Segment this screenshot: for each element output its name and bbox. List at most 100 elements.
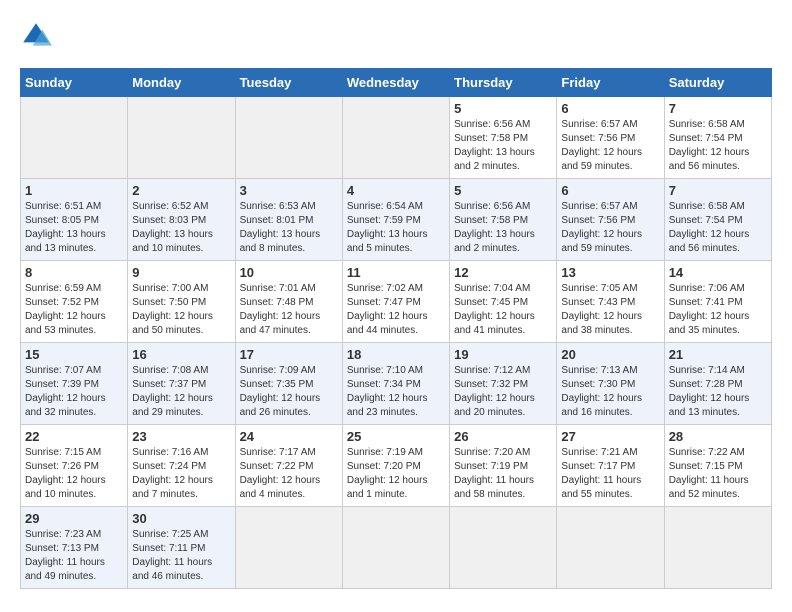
calendar-cell — [342, 97, 449, 179]
calendar-cell: 21 Sunrise: 7:14 AMSunset: 7:28 PMDaylig… — [664, 343, 771, 425]
day-info: Sunrise: 7:21 AMSunset: 7:17 PMDaylight:… — [561, 446, 659, 502]
day-info: Sunrise: 6:51 AMSunset: 8:05 PMDaylight:… — [25, 200, 123, 256]
day-number: 1 — [25, 183, 123, 198]
calendar-cell: 13 Sunrise: 7:05 AMSunset: 7:43 PMDaylig… — [557, 261, 664, 343]
day-number: 7 — [669, 101, 767, 116]
day-number: 6 — [561, 183, 659, 198]
day-number: 12 — [454, 265, 552, 280]
week-row-4: 15 Sunrise: 7:07 AMSunset: 7:39 PMDaylig… — [21, 343, 772, 425]
day-info: Sunrise: 6:54 AMSunset: 7:59 PMDaylight:… — [347, 200, 445, 256]
day-info: Sunrise: 7:06 AMSunset: 7:41 PMDaylight:… — [669, 282, 767, 338]
day-number: 23 — [132, 429, 230, 444]
day-number: 2 — [132, 183, 230, 198]
calendar-cell: 11 Sunrise: 7:02 AMSunset: 7:47 PMDaylig… — [342, 261, 449, 343]
calendar-cell — [235, 507, 342, 589]
calendar-cell: 4 Sunrise: 6:54 AMSunset: 7:59 PMDayligh… — [342, 179, 449, 261]
day-info: Sunrise: 7:10 AMSunset: 7:34 PMDaylight:… — [347, 364, 445, 420]
week-row-3: 8 Sunrise: 6:59 AMSunset: 7:52 PMDayligh… — [21, 261, 772, 343]
col-header-friday: Friday — [557, 69, 664, 97]
day-number: 6 — [561, 101, 659, 116]
calendar-cell: 10 Sunrise: 7:01 AMSunset: 7:48 PMDaylig… — [235, 261, 342, 343]
day-info: Sunrise: 6:56 AMSunset: 7:58 PMDaylight:… — [454, 200, 552, 256]
week-row-1: 5 Sunrise: 6:56 AMSunset: 7:58 PMDayligh… — [21, 97, 772, 179]
col-header-sunday: Sunday — [21, 69, 128, 97]
day-number: 11 — [347, 265, 445, 280]
calendar-cell: 6 Sunrise: 6:57 AMSunset: 7:56 PMDayligh… — [557, 179, 664, 261]
day-info: Sunrise: 6:57 AMSunset: 7:56 PMDaylight:… — [561, 118, 659, 174]
day-number: 3 — [240, 183, 338, 198]
calendar-cell: 20 Sunrise: 7:13 AMSunset: 7:30 PMDaylig… — [557, 343, 664, 425]
day-info: Sunrise: 7:23 AMSunset: 7:13 PMDaylight:… — [25, 528, 123, 584]
day-number: 28 — [669, 429, 767, 444]
day-number: 30 — [132, 511, 230, 526]
calendar-cell: 7 Sunrise: 6:58 AMSunset: 7:54 PMDayligh… — [664, 179, 771, 261]
calendar-cell: 24 Sunrise: 7:17 AMSunset: 7:22 PMDaylig… — [235, 425, 342, 507]
day-number: 5 — [454, 101, 552, 116]
week-row-6: 29 Sunrise: 7:23 AMSunset: 7:13 PMDaylig… — [21, 507, 772, 589]
day-number: 15 — [25, 347, 123, 362]
day-info: Sunrise: 6:59 AMSunset: 7:52 PMDaylight:… — [25, 282, 123, 338]
day-number: 27 — [561, 429, 659, 444]
day-info: Sunrise: 6:53 AMSunset: 8:01 PMDaylight:… — [240, 200, 338, 256]
day-number: 24 — [240, 429, 338, 444]
calendar-cell — [128, 97, 235, 179]
day-info: Sunrise: 7:19 AMSunset: 7:20 PMDaylight:… — [347, 446, 445, 502]
day-number: 25 — [347, 429, 445, 444]
col-header-tuesday: Tuesday — [235, 69, 342, 97]
day-info: Sunrise: 7:16 AMSunset: 7:24 PMDaylight:… — [132, 446, 230, 502]
day-number: 4 — [347, 183, 445, 198]
week-row-2: 1 Sunrise: 6:51 AMSunset: 8:05 PMDayligh… — [21, 179, 772, 261]
day-number: 26 — [454, 429, 552, 444]
calendar-cell: 9 Sunrise: 7:00 AMSunset: 7:50 PMDayligh… — [128, 261, 235, 343]
calendar-cell: 30 Sunrise: 7:25 AMSunset: 7:11 PMDaylig… — [128, 507, 235, 589]
day-number: 8 — [25, 265, 123, 280]
page-header — [20, 20, 772, 52]
day-info: Sunrise: 7:00 AMSunset: 7:50 PMDaylight:… — [132, 282, 230, 338]
day-info: Sunrise: 7:25 AMSunset: 7:11 PMDaylight:… — [132, 528, 230, 584]
day-number: 18 — [347, 347, 445, 362]
calendar-cell: 2 Sunrise: 6:52 AMSunset: 8:03 PMDayligh… — [128, 179, 235, 261]
day-info: Sunrise: 7:09 AMSunset: 7:35 PMDaylight:… — [240, 364, 338, 420]
calendar-cell: 7 Sunrise: 6:58 AMSunset: 7:54 PMDayligh… — [664, 97, 771, 179]
day-number: 13 — [561, 265, 659, 280]
col-header-wednesday: Wednesday — [342, 69, 449, 97]
day-info: Sunrise: 7:01 AMSunset: 7:48 PMDaylight:… — [240, 282, 338, 338]
column-headers: SundayMondayTuesdayWednesdayThursdayFrid… — [21, 69, 772, 97]
calendar-cell — [21, 97, 128, 179]
calendar-cell: 3 Sunrise: 6:53 AMSunset: 8:01 PMDayligh… — [235, 179, 342, 261]
day-info: Sunrise: 6:52 AMSunset: 8:03 PMDaylight:… — [132, 200, 230, 256]
day-info: Sunrise: 7:02 AMSunset: 7:47 PMDaylight:… — [347, 282, 445, 338]
calendar-cell — [235, 97, 342, 179]
col-header-saturday: Saturday — [664, 69, 771, 97]
day-info: Sunrise: 7:17 AMSunset: 7:22 PMDaylight:… — [240, 446, 338, 502]
day-number: 7 — [669, 183, 767, 198]
col-header-monday: Monday — [128, 69, 235, 97]
calendar-cell: 5 Sunrise: 6:56 AMSunset: 7:58 PMDayligh… — [450, 179, 557, 261]
day-number: 10 — [240, 265, 338, 280]
day-info: Sunrise: 7:07 AMSunset: 7:39 PMDaylight:… — [25, 364, 123, 420]
day-info: Sunrise: 6:56 AMSunset: 7:58 PMDaylight:… — [454, 118, 552, 174]
day-info: Sunrise: 6:58 AMSunset: 7:54 PMDaylight:… — [669, 200, 767, 256]
day-number: 20 — [561, 347, 659, 362]
day-info: Sunrise: 6:57 AMSunset: 7:56 PMDaylight:… — [561, 200, 659, 256]
day-number: 21 — [669, 347, 767, 362]
calendar-cell: 16 Sunrise: 7:08 AMSunset: 7:37 PMDaylig… — [128, 343, 235, 425]
calendar-cell: 26 Sunrise: 7:20 AMSunset: 7:19 PMDaylig… — [450, 425, 557, 507]
day-info: Sunrise: 7:14 AMSunset: 7:28 PMDaylight:… — [669, 364, 767, 420]
logo — [20, 20, 56, 52]
day-info: Sunrise: 6:58 AMSunset: 7:54 PMDaylight:… — [669, 118, 767, 174]
day-info: Sunrise: 7:13 AMSunset: 7:30 PMDaylight:… — [561, 364, 659, 420]
day-number: 14 — [669, 265, 767, 280]
day-info: Sunrise: 7:22 AMSunset: 7:15 PMDaylight:… — [669, 446, 767, 502]
day-number: 19 — [454, 347, 552, 362]
calendar-cell: 15 Sunrise: 7:07 AMSunset: 7:39 PMDaylig… — [21, 343, 128, 425]
calendar-cell: 28 Sunrise: 7:22 AMSunset: 7:15 PMDaylig… — [664, 425, 771, 507]
calendar-cell: 25 Sunrise: 7:19 AMSunset: 7:20 PMDaylig… — [342, 425, 449, 507]
day-info: Sunrise: 7:04 AMSunset: 7:45 PMDaylight:… — [454, 282, 552, 338]
calendar-cell: 8 Sunrise: 6:59 AMSunset: 7:52 PMDayligh… — [21, 261, 128, 343]
day-number: 16 — [132, 347, 230, 362]
calendar-cell: 12 Sunrise: 7:04 AMSunset: 7:45 PMDaylig… — [450, 261, 557, 343]
day-info: Sunrise: 7:12 AMSunset: 7:32 PMDaylight:… — [454, 364, 552, 420]
day-number: 29 — [25, 511, 123, 526]
day-number: 5 — [454, 183, 552, 198]
